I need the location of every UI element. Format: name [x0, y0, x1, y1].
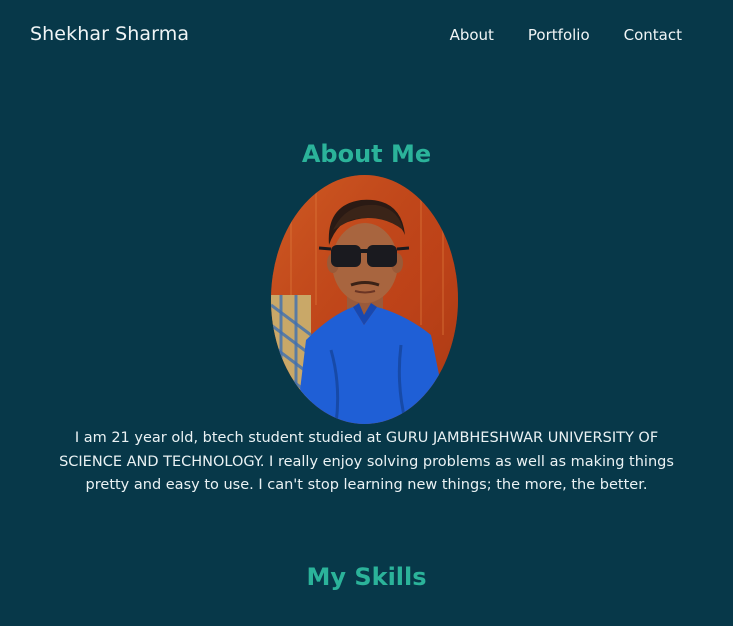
skills-section-title: My Skills	[306, 563, 427, 591]
about-section-title: About Me	[301, 140, 432, 168]
brand-logo-link[interactable]: Shekhar Sharma	[30, 23, 189, 45]
nav-link-portfolio[interactable]: Portfolio	[528, 26, 590, 44]
nav-link-about[interactable]: About	[450, 26, 494, 44]
nav-links: About Portfolio Contact	[450, 26, 682, 44]
about-description: I am 21 year old, btech student studied …	[59, 430, 674, 493]
navbar: Shekhar Sharma About Portfolio Contact	[0, 0, 733, 72]
profile-photo	[271, 175, 458, 424]
nav-link-contact[interactable]: Contact	[624, 26, 682, 44]
